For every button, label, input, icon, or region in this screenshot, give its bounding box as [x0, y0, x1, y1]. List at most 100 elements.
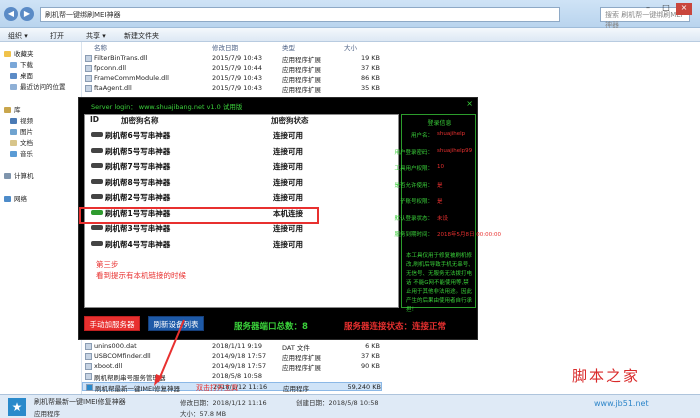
- minimize-icon[interactable]: –: [640, 3, 656, 15]
- sidebar-item-label: 计算机: [14, 172, 34, 180]
- column-header-id: ID: [90, 115, 100, 124]
- file-type: DAT 文件: [282, 344, 310, 352]
- open-button[interactable]: 打开: [50, 31, 64, 41]
- arrow-annotation-icon: [154, 319, 185, 386]
- file-type: 应用程序扩展: [282, 86, 321, 94]
- close-icon[interactable]: ×: [466, 99, 473, 108]
- file-size: 37 KB: [360, 64, 380, 72]
- sidebar-item-pictures[interactable]: 图片: [10, 126, 33, 136]
- file-name: FilterBinTrans.dll: [94, 54, 148, 62]
- sidebar-item-documents[interactable]: 文档: [10, 137, 33, 147]
- info-label: 工具用户权限：: [394, 166, 433, 172]
- download-icon: [10, 62, 17, 68]
- selected-file-size: 大小：57.8 MB: [180, 410, 227, 418]
- watermark-url: www.jb51.net: [594, 399, 649, 408]
- file-size: 19 KB: [360, 54, 380, 62]
- file-date: 2015/7/9 10:43: [212, 54, 262, 62]
- step-hint: 看到提示有本机链接的时候: [96, 271, 186, 280]
- phone-icon: [91, 194, 103, 199]
- sidebar-item-downloads[interactable]: 下载: [10, 59, 33, 69]
- device-name: 刷机帮7号写串神器: [105, 162, 171, 171]
- video-icon: [10, 118, 17, 124]
- sidebar-item-music[interactable]: 音乐: [10, 148, 33, 158]
- organize-button[interactable]: 组织 ▾: [8, 31, 28, 41]
- device-row[interactable]: 刷机帮2号写串神器 连接可用: [85, 189, 398, 204]
- file-icon: [85, 363, 92, 370]
- network-icon: [4, 196, 11, 202]
- sidebar-item-recent[interactable]: 最近访问的位置: [10, 81, 66, 91]
- share-button[interactable]: 共享 ▾: [86, 31, 106, 41]
- file-row[interactable]: xboot.dll 2014/9/18 17:57 应用程序扩展 90 KB: [82, 362, 382, 372]
- sidebar-item-desktop[interactable]: 桌面: [10, 70, 33, 80]
- server-port-count: 服务器端口总数：8: [234, 322, 308, 332]
- file-type: 应用程序: [283, 385, 309, 393]
- sidebar-item-network[interactable]: 网络: [4, 193, 27, 203]
- back-icon[interactable]: ◀: [4, 7, 18, 21]
- file-row[interactable]: 刷机帮刷串号服务管理器 2018/5/8 10:58: [82, 372, 382, 382]
- file-size: 86 KB: [360, 74, 380, 82]
- column-header-date[interactable]: 修改日期: [212, 42, 238, 52]
- computer-icon: [4, 173, 11, 179]
- info-value: 2018年5月8日 00:00:00: [437, 232, 501, 238]
- device-row[interactable]: 刷机帮8号写串神器 连接可用: [85, 174, 398, 189]
- phone-icon: [91, 147, 103, 153]
- column-header-type[interactable]: 类型: [282, 42, 295, 52]
- sidebar-item-label: 文档: [20, 139, 33, 147]
- file-row[interactable]: fpconn.dll 2015/7/9 10:44 应用程序扩展 37 KB: [82, 64, 382, 74]
- title-bar: ◀ ▶ 刷机帮一键绑刷MEI神器 搜索 刷机帮一键绑刷MEI神器 – □ ×: [0, 0, 700, 29]
- sidebar-item-label: 下载: [20, 61, 33, 69]
- sidebar-item-libraries[interactable]: 库: [4, 104, 21, 114]
- selected-file-modified: 修改日期：2018/1/12 11:16: [180, 399, 267, 407]
- close-icon[interactable]: ×: [676, 3, 692, 15]
- file-size: 37 KB: [360, 352, 380, 360]
- add-server-button[interactable]: 手动加服务器: [84, 316, 140, 331]
- file-type: 应用程序扩展: [282, 354, 321, 362]
- sidebar-item-label: 网络: [14, 195, 27, 203]
- file-date: 2018/1/11 9:19: [212, 342, 262, 350]
- new-folder-button[interactable]: 新建文件夹: [124, 31, 159, 41]
- column-header-size[interactable]: 大小: [344, 42, 357, 52]
- file-name: fpconn.dll: [94, 64, 127, 72]
- double-click-annotation: 双击打开工具: [196, 384, 238, 392]
- file-name: FrameCommModule.dll: [94, 74, 169, 82]
- device-row[interactable]: 刷机帮7号写串神器 连接可用: [85, 158, 398, 173]
- device-status: 连接可用: [273, 239, 303, 249]
- device-row[interactable]: 刷机帮5号写串神器 连接可用: [85, 143, 398, 158]
- file-date: 2015/7/9 10:44: [212, 64, 262, 72]
- file-date: 2015/7/9 10:43: [212, 84, 262, 92]
- app-title: Server login： www.shuajibang.net v1.0 试用…: [91, 103, 243, 111]
- column-header-name[interactable]: 名称: [94, 42, 107, 52]
- step-annotation: 第三步 看到提示有本机链接的时候: [96, 259, 186, 281]
- file-name: ftaAgent.dll: [94, 84, 132, 92]
- file-name: unins000.dat: [94, 342, 137, 350]
- app-icon: ★: [8, 398, 26, 416]
- sidebar-item-label: 库: [14, 106, 21, 114]
- info-value: 10: [437, 164, 444, 170]
- file-row[interactable]: USBCOMfinder.dll 2014/9/18 17:57 应用程序扩展 37 …: [82, 352, 382, 362]
- device-row[interactable]: 刷机帮6号写串神器 连接可用: [85, 127, 398, 142]
- forward-icon[interactable]: ▶: [20, 7, 34, 21]
- navigation-pane: 收藏夹 下载 桌面 最近访问的位置 库 视频 图片 文档 音乐 计算机 网络: [0, 42, 82, 394]
- file-row[interactable]: unins000.dat 2018/1/11 9:19 DAT 文件 6 KB: [82, 342, 382, 352]
- sidebar-item-computer[interactable]: 计算机: [4, 170, 34, 180]
- watermark-title: 脚本之家: [572, 367, 641, 385]
- file-row[interactable]: FrameCommModule.dll 2015/7/9 10:43 应用程序扩展 8…: [82, 74, 382, 84]
- sidebar-item-favorites[interactable]: 收藏夹: [4, 48, 34, 58]
- selected-file-created: 创建日期：2018/5/8 10:58: [296, 399, 379, 407]
- phone-icon: [91, 178, 103, 184]
- device-row[interactable]: 刷机帮4号写串神器 连接可用: [85, 236, 398, 251]
- maximize-icon[interactable]: □: [658, 3, 674, 15]
- app-icon: [86, 384, 93, 391]
- device-name: 刷机帮2号写串神器: [105, 193, 171, 202]
- device-status: 连接可用: [273, 177, 303, 187]
- document-icon: [10, 140, 17, 146]
- address-bar[interactable]: 刷机帮一键绑刷MEI神器: [40, 7, 560, 22]
- sidebar-item-label: 音乐: [20, 150, 33, 158]
- sidebar-item-videos[interactable]: 视频: [10, 115, 33, 125]
- device-status: 连接可用: [273, 146, 303, 156]
- file-date: 2018/5/8 10:58: [212, 372, 262, 380]
- step-label: 第三步: [96, 260, 119, 269]
- phone-icon: [91, 240, 103, 246]
- file-row[interactable]: FilterBinTrans.dll 2015/7/9 10:43 应用程序扩展 19…: [82, 54, 382, 64]
- file-row[interactable]: ftaAgent.dll 2015/7/9 10:43 应用程序扩展 35 KB: [82, 84, 382, 94]
